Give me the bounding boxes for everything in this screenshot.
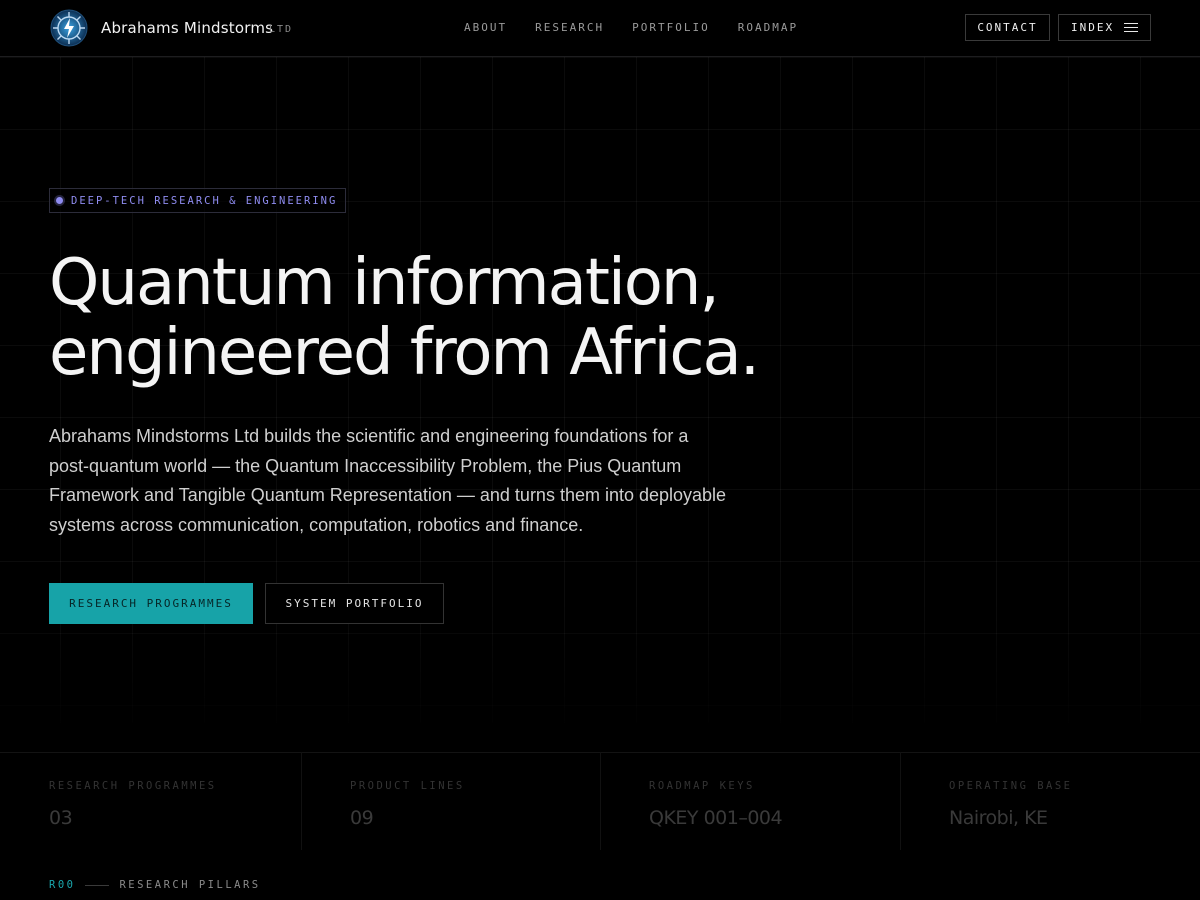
hero-description: Abrahams Mindstorms Ltd builds the scien… <box>49 426 727 535</box>
contact-button[interactable]: CONTACT <box>965 14 1050 41</box>
nav-link-about[interactable]: ABOUT <box>464 21 507 34</box>
section-title: RESEARCH PILLARS <box>119 879 261 891</box>
section-number: R00 <box>49 879 76 891</box>
top-navbar: Abrahams Mindstorms LTD ABOUT RESEARCH P… <box>0 0 1200 57</box>
hero-title-line-2: engineered from Africa. <box>49 316 760 390</box>
brand-suffix: LTD <box>269 24 294 35</box>
category-badge: DEEP-TECH RESEARCH & ENGINEERING <box>49 188 347 213</box>
hamburger-menu-icon <box>1124 23 1138 33</box>
index-button-label: INDEX <box>1071 21 1115 34</box>
badge-dot-icon <box>56 197 63 204</box>
stat-label: PRODUCT LINES <box>350 780 465 792</box>
brand-name[interactable]: Abrahams Mindstorms <box>101 19 273 37</box>
stat-label: RESEARCH PROGRAMMES <box>49 780 217 792</box>
research-programmes-button[interactable]: RESEARCH PROGRAMMES <box>49 583 253 624</box>
circuit-brain-logo-icon[interactable] <box>49 8 89 48</box>
badge-label: DEEP-TECH RESEARCH & ENGINEERING <box>71 194 338 207</box>
stat-value: 03 <box>49 807 73 829</box>
stat-label: OPERATING BASE <box>949 780 1073 792</box>
hero-title-line-1: Quantum information, <box>49 246 720 320</box>
nav-link-portfolio[interactable]: PORTFOLIO <box>632 21 710 34</box>
section-heading: R00 RESEARCH PILLARS <box>49 879 261 891</box>
stat-separator <box>600 752 601 850</box>
hero-title: Quantum information, engineered from Afr… <box>49 248 949 388</box>
primary-nav: ABOUT RESEARCH PORTFOLIO ROADMAP <box>464 21 798 34</box>
stat-label: ROADMAP KEYS <box>649 780 755 792</box>
stat-value: QKEY 001–004 <box>649 807 783 829</box>
stat-value: 09 <box>350 807 374 829</box>
system-portfolio-button[interactable]: SYSTEM PORTFOLIO <box>265 583 444 624</box>
nav-link-research[interactable]: RESEARCH <box>535 21 604 34</box>
section-divider-line <box>85 884 110 886</box>
index-menu-button[interactable]: INDEX <box>1058 14 1151 41</box>
stat-value: Nairobi, KE <box>949 807 1048 829</box>
stat-separator <box>301 752 302 850</box>
nav-link-roadmap[interactable]: ROADMAP <box>738 21 798 34</box>
stat-separator <box>900 752 901 850</box>
